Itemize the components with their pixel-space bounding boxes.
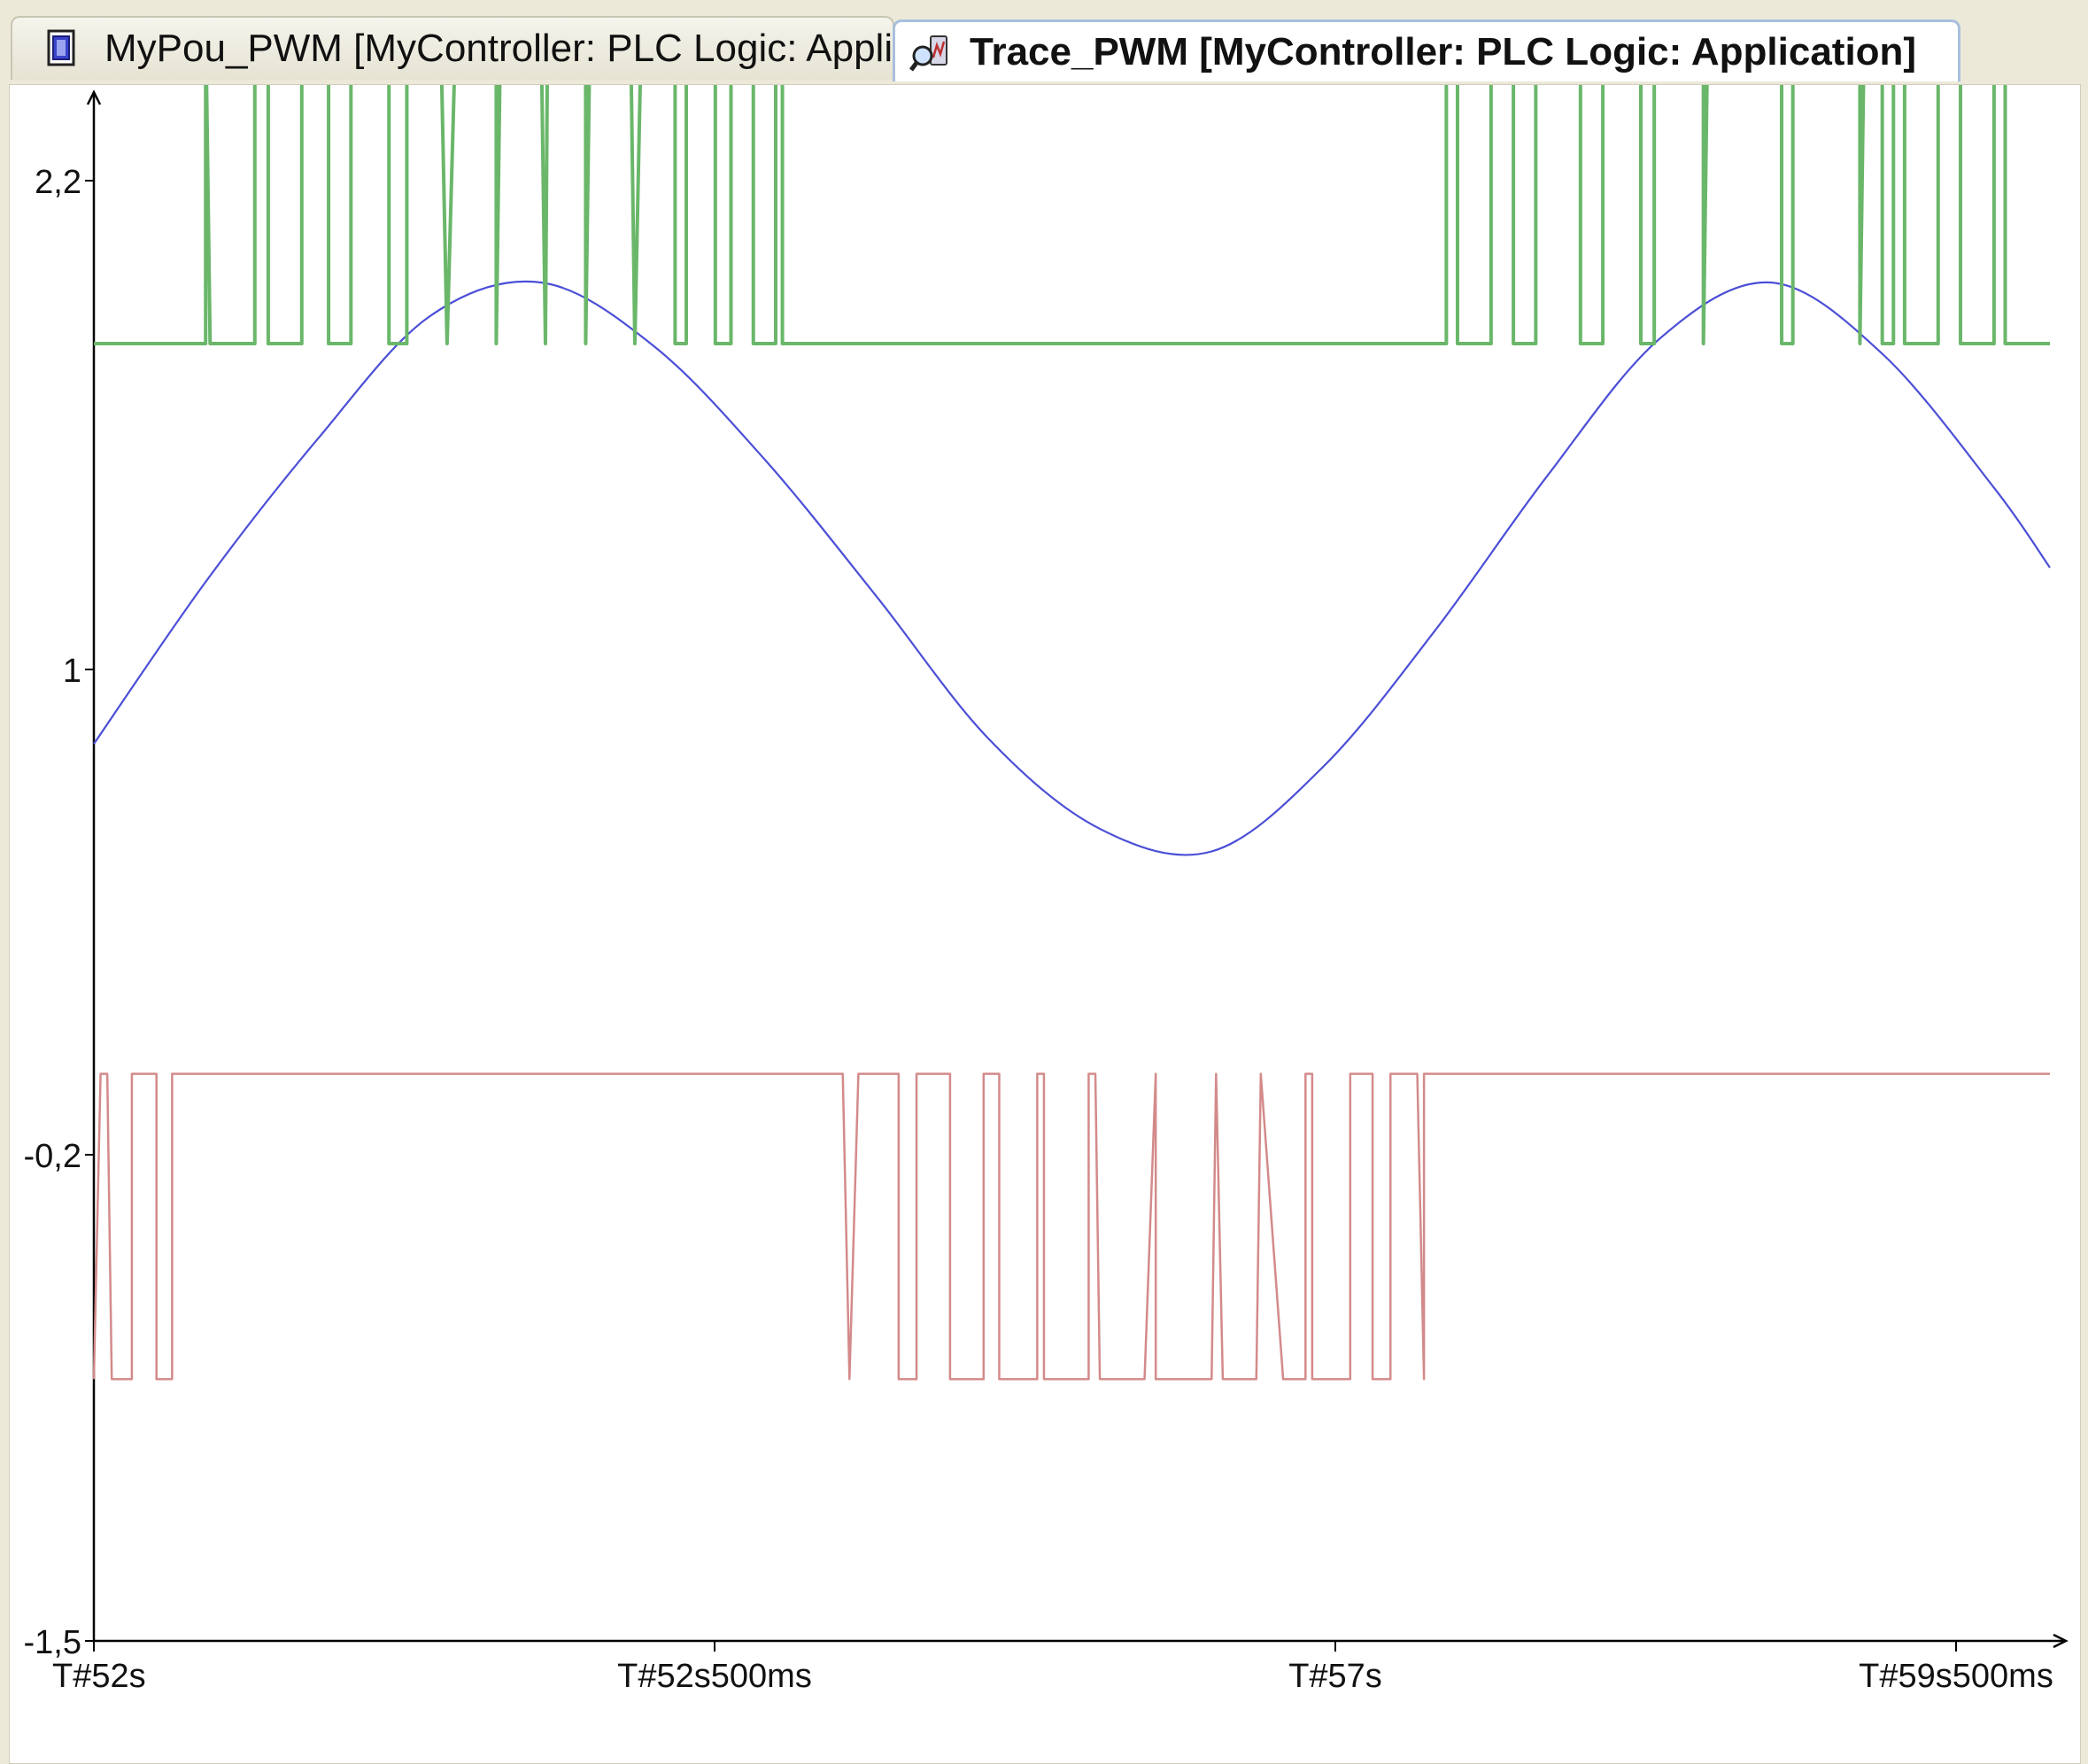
series-pwm_high: [94, 85, 2050, 345]
tab-label: MyPou_PWM [MyController: PLC Logic: Appl…: [104, 27, 1008, 70]
y-tick-label: -0,2: [24, 1138, 81, 1175]
series-sine: [93, 280, 2051, 856]
editor-tab-bar: MyPou_PWM [MyController: PLC Logic: Appl…: [0, 0, 2088, 84]
trace-plot-area[interactable]: 2,2 1 -0,2 -1,5 T#52s T#52s500ms T#57s T#59s500…: [9, 84, 2081, 1764]
y-tick-label: 2,2: [35, 164, 81, 201]
tab-trace-pwm[interactable]: Trace_PWM [MyController: PLC Logic: Appl…: [893, 19, 1960, 81]
y-tick-label: 1: [63, 653, 81, 690]
y-tick-label: -1,5: [24, 1624, 81, 1661]
x-tick-label: T#57s: [1288, 1658, 1382, 1695]
trace-icon: [909, 31, 952, 74]
tab-label: Trace_PWM [MyController: PLC Logic: Appl…: [970, 29, 1917, 74]
series-pwm_low: [92, 1072, 2050, 1381]
tab-mypou-pwm[interactable]: MyPou_PWM [MyController: PLC Logic: Appl…: [11, 16, 1008, 80]
x-tick-label: T#52s500ms: [617, 1658, 812, 1695]
x-tick-label: T#59s500ms: [1859, 1658, 2053, 1695]
pou-document-icon: [41, 27, 83, 70]
trace-chart: 2,2 1 -0,2 -1,5T#52s T#52s500ms T#57s T#59s500…: [24, 85, 2069, 1695]
x-tick-label: T#52s: [52, 1658, 146, 1695]
